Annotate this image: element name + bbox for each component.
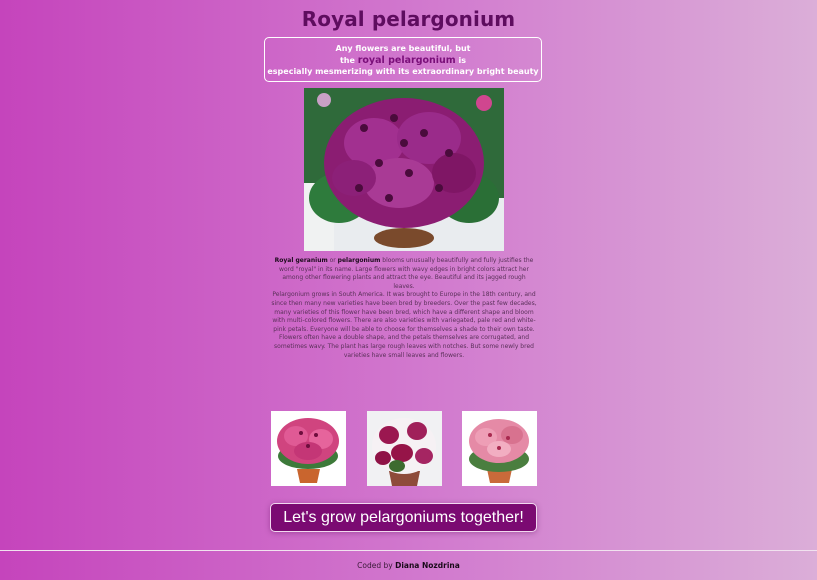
intro-box: Any flowers are beautiful, but the royal… (264, 37, 542, 82)
royal-geranium-term: Royal geranium (274, 257, 328, 264)
pelargonium-term: pelargonium (337, 257, 381, 264)
page-title: Royal pelargonium (301, 7, 516, 31)
intro-line-3: especially mesmerizing with its extraord… (267, 67, 539, 76)
gallery-photo-2 (367, 411, 442, 486)
gallery-photo-3 (462, 411, 537, 486)
footer-author: Diana Nozdrina (395, 561, 460, 570)
description-paragraph-1: Royal geranium or pelargonium blooms unu… (271, 257, 537, 291)
description-paragraph-2: Pelargonium grows in South America. It w… (271, 291, 537, 359)
intro-line-2: the royal pelargonium is (265, 55, 541, 67)
or-text: or (327, 257, 338, 264)
description: Royal geranium or pelargonium blooms unu… (271, 257, 537, 360)
intro-highlight: royal pelargonium (357, 54, 456, 66)
footer: Coded by Diana Nozdrina (0, 561, 817, 570)
grow-together-button[interactable]: Let's grow pelargoniums together! (270, 503, 537, 532)
intro-line-2-prefix: the (339, 55, 355, 65)
intro-line-2-suffix: is (458, 55, 467, 65)
footer-prefix: Coded by (357, 561, 393, 570)
intro-line-1: Any flowers are beautiful, but (335, 44, 471, 53)
gallery-photo-1 (271, 411, 346, 486)
footer-divider (0, 550, 817, 551)
main-pelargonium-photo (304, 88, 504, 251)
